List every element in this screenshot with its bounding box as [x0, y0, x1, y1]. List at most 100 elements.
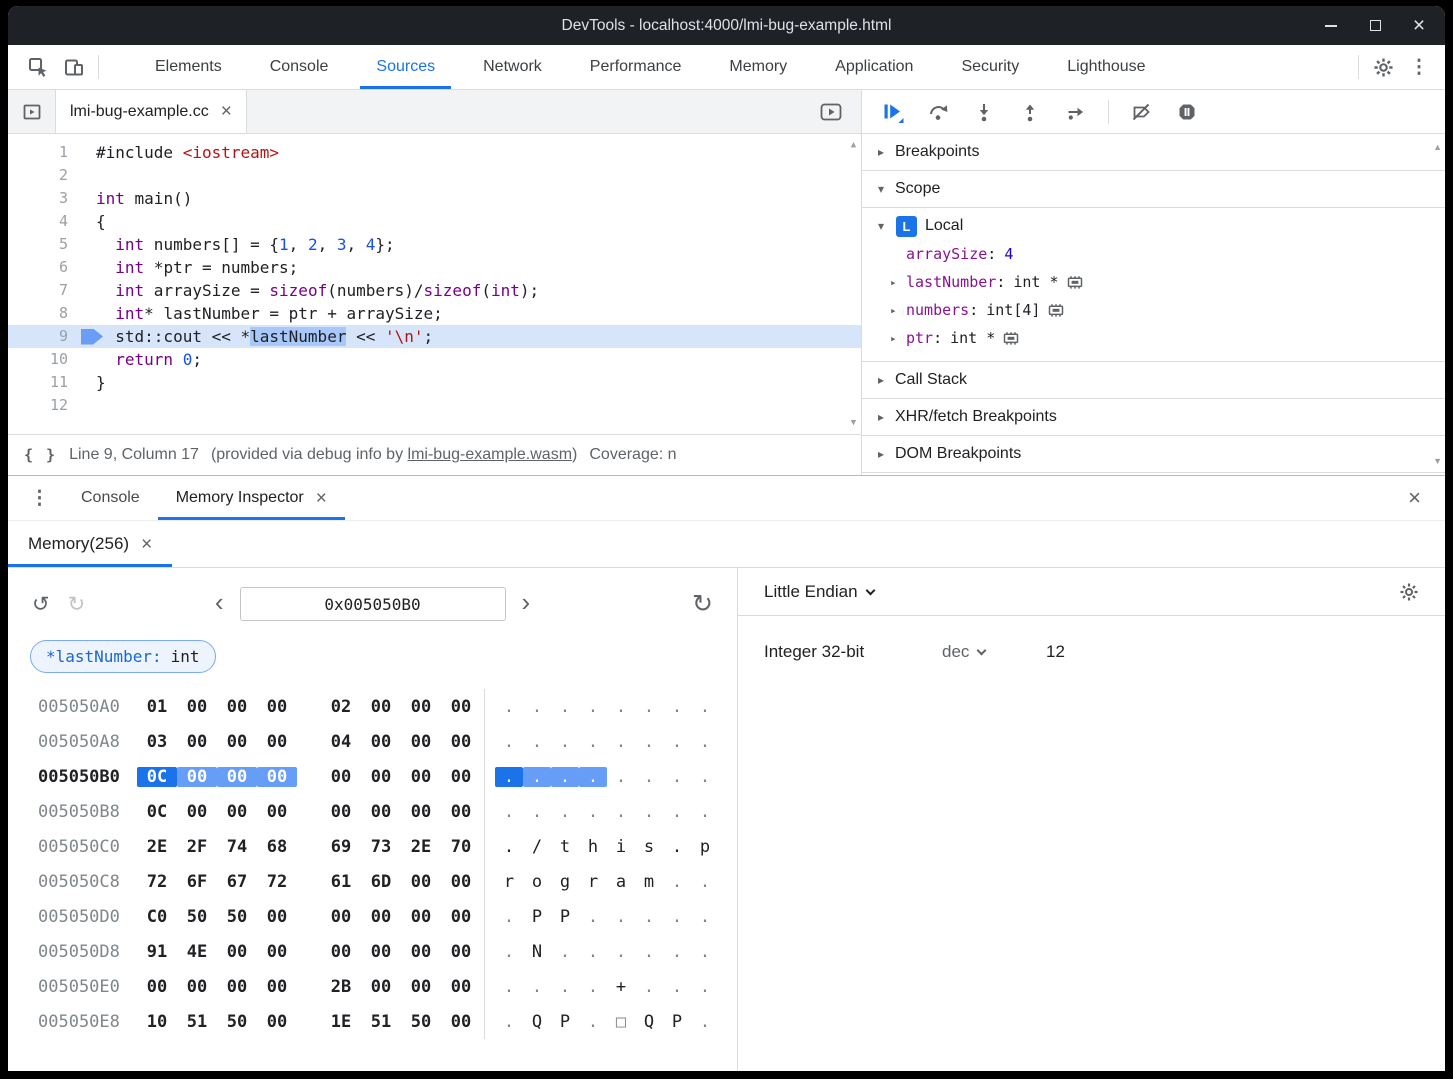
tab-security[interactable]: Security — [937, 45, 1043, 89]
line-number[interactable]: 6 — [8, 256, 86, 279]
memory-byte[interactable]: 0C — [137, 802, 177, 822]
memory-byte[interactable]: 00 — [321, 802, 361, 822]
ascii-char[interactable]: . — [691, 732, 719, 752]
ascii-char[interactable]: i — [607, 837, 635, 857]
ascii-char[interactable]: P — [523, 907, 551, 927]
ascii-char[interactable]: . — [691, 767, 719, 787]
close-icon[interactable]: × — [316, 489, 327, 508]
memory-byte[interactable]: 51 — [177, 1012, 217, 1032]
ascii-char[interactable]: . — [523, 977, 551, 997]
resume-button[interactable] — [872, 94, 912, 130]
inspect-element-button[interactable] — [20, 49, 56, 85]
endianness-select[interactable]: Little Endian — [764, 582, 874, 602]
scope-variable-ptr[interactable]: ▸ptr:int * — [862, 324, 1445, 352]
history-back-icon[interactable]: ↺ — [32, 594, 50, 615]
ascii-char[interactable]: . — [635, 802, 663, 822]
memory-byte[interactable]: 00 — [361, 732, 401, 752]
memory-byte[interactable]: 72 — [137, 872, 177, 892]
ascii-char[interactable]: r — [495, 872, 523, 892]
memory-byte[interactable]: 70 — [441, 837, 481, 857]
tab-memory[interactable]: Memory — [705, 45, 811, 89]
line-number[interactable]: 9 — [8, 325, 86, 348]
section-dom-breakpoints[interactable]: ▸ DOM Breakpoints — [862, 436, 1445, 473]
memory-byte[interactable]: 00 — [217, 767, 257, 787]
code-text[interactable]: #include <iostream> — [86, 141, 279, 164]
ascii-char[interactable]: h — [579, 837, 607, 857]
close-drawer-icon[interactable]: × — [1408, 485, 1445, 511]
tab-console[interactable]: Console — [63, 476, 158, 520]
maximize-button[interactable] — [1367, 18, 1383, 34]
ascii-char[interactable]: □ — [607, 1012, 635, 1032]
ascii-char[interactable]: . — [495, 802, 523, 822]
ascii-char[interactable]: a — [607, 872, 635, 892]
ascii-char[interactable]: t — [551, 837, 579, 857]
close-window-button[interactable]: × — [1411, 18, 1427, 34]
memory-byte[interactable]: 69 — [321, 837, 361, 857]
memory-byte[interactable]: 00 — [361, 907, 401, 927]
memory-byte[interactable]: 2E — [401, 837, 441, 857]
ascii-char[interactable]: . — [635, 767, 663, 787]
memory-byte[interactable]: 00 — [441, 977, 481, 997]
ascii-char[interactable]: . — [691, 977, 719, 997]
code-text[interactable]: std::cout << *lastNumber << '\n'; — [86, 325, 433, 348]
ascii-char[interactable]: . — [635, 697, 663, 717]
pause-on-exceptions-button[interactable] — [1167, 94, 1207, 130]
format-select[interactable]: dec — [942, 642, 1046, 662]
memory-byte[interactable]: 00 — [177, 977, 217, 997]
minimize-button[interactable] — [1323, 18, 1339, 34]
ascii-char[interactable]: P — [663, 1012, 691, 1032]
memory-byte[interactable]: 04 — [321, 732, 361, 752]
code-text[interactable]: { — [86, 210, 106, 233]
ascii-char[interactable]: N — [523, 942, 551, 962]
memory-byte[interactable]: 74 — [217, 837, 257, 857]
memory-byte[interactable]: 68 — [257, 837, 297, 857]
code-text[interactable]: int main() — [86, 187, 192, 210]
ascii-char[interactable]: . — [691, 942, 719, 962]
ascii-char[interactable]: . — [551, 802, 579, 822]
tab-memory-256[interactable]: Memory(256) × — [8, 521, 172, 567]
ascii-char[interactable]: g — [551, 872, 579, 892]
ascii-char[interactable]: . — [495, 837, 523, 857]
ascii-char[interactable]: s — [635, 837, 663, 857]
close-icon[interactable]: × — [141, 535, 152, 554]
memory-byte[interactable]: 73 — [361, 837, 401, 857]
memory-byte[interactable]: 00 — [441, 907, 481, 927]
ascii-char[interactable]: m — [635, 872, 663, 892]
ascii-char[interactable]: . — [495, 942, 523, 962]
memory-byte[interactable]: 00 — [257, 907, 297, 927]
ascii-char[interactable]: / — [523, 837, 551, 857]
memory-byte[interactable]: 10 — [137, 1012, 177, 1032]
memory-byte[interactable]: 00 — [321, 942, 361, 962]
memory-byte[interactable]: 00 — [401, 942, 441, 962]
memory-byte[interactable]: 00 — [441, 942, 481, 962]
line-number[interactable]: 3 — [8, 187, 86, 210]
memory-byte[interactable]: 50 — [217, 907, 257, 927]
memory-byte[interactable]: 00 — [401, 802, 441, 822]
tab-memory-inspector[interactable]: Memory Inspector × — [158, 476, 345, 520]
memory-byte[interactable]: 00 — [441, 1012, 481, 1032]
ascii-char[interactable]: . — [607, 802, 635, 822]
tab-performance[interactable]: Performance — [566, 45, 706, 89]
memory-byte[interactable]: 00 — [401, 977, 441, 997]
ascii-char[interactable]: . — [523, 767, 551, 787]
scroll-up-icon[interactable]: ▲ — [1433, 142, 1442, 152]
ascii-char[interactable]: P — [551, 1012, 579, 1032]
refresh-icon[interactable]: ↻ — [692, 592, 713, 617]
code-text[interactable]: } — [86, 371, 106, 394]
memory-byte[interactable]: 00 — [137, 977, 177, 997]
code-text[interactable]: int *ptr = numbers; — [86, 256, 298, 279]
history-forward-icon[interactable]: ↻ — [68, 594, 86, 615]
memory-byte[interactable]: 03 — [137, 732, 177, 752]
memory-byte[interactable]: 50 — [401, 1012, 441, 1032]
memory-byte[interactable]: 00 — [401, 872, 441, 892]
section-xhr-breakpoints[interactable]: ▸ XHR/fetch Breakpoints — [862, 399, 1445, 436]
memory-byte[interactable]: 00 — [257, 732, 297, 752]
memory-byte[interactable]: 00 — [401, 732, 441, 752]
ascii-char[interactable]: . — [551, 767, 579, 787]
previous-page-icon[interactable]: ‹ — [215, 589, 224, 615]
tab-console[interactable]: Console — [246, 45, 353, 89]
ascii-char[interactable]: . — [663, 802, 691, 822]
ascii-char[interactable]: + — [607, 977, 635, 997]
section-breakpoints[interactable]: ▸ Breakpoints — [862, 134, 1445, 171]
memory-byte[interactable]: 00 — [257, 1012, 297, 1032]
